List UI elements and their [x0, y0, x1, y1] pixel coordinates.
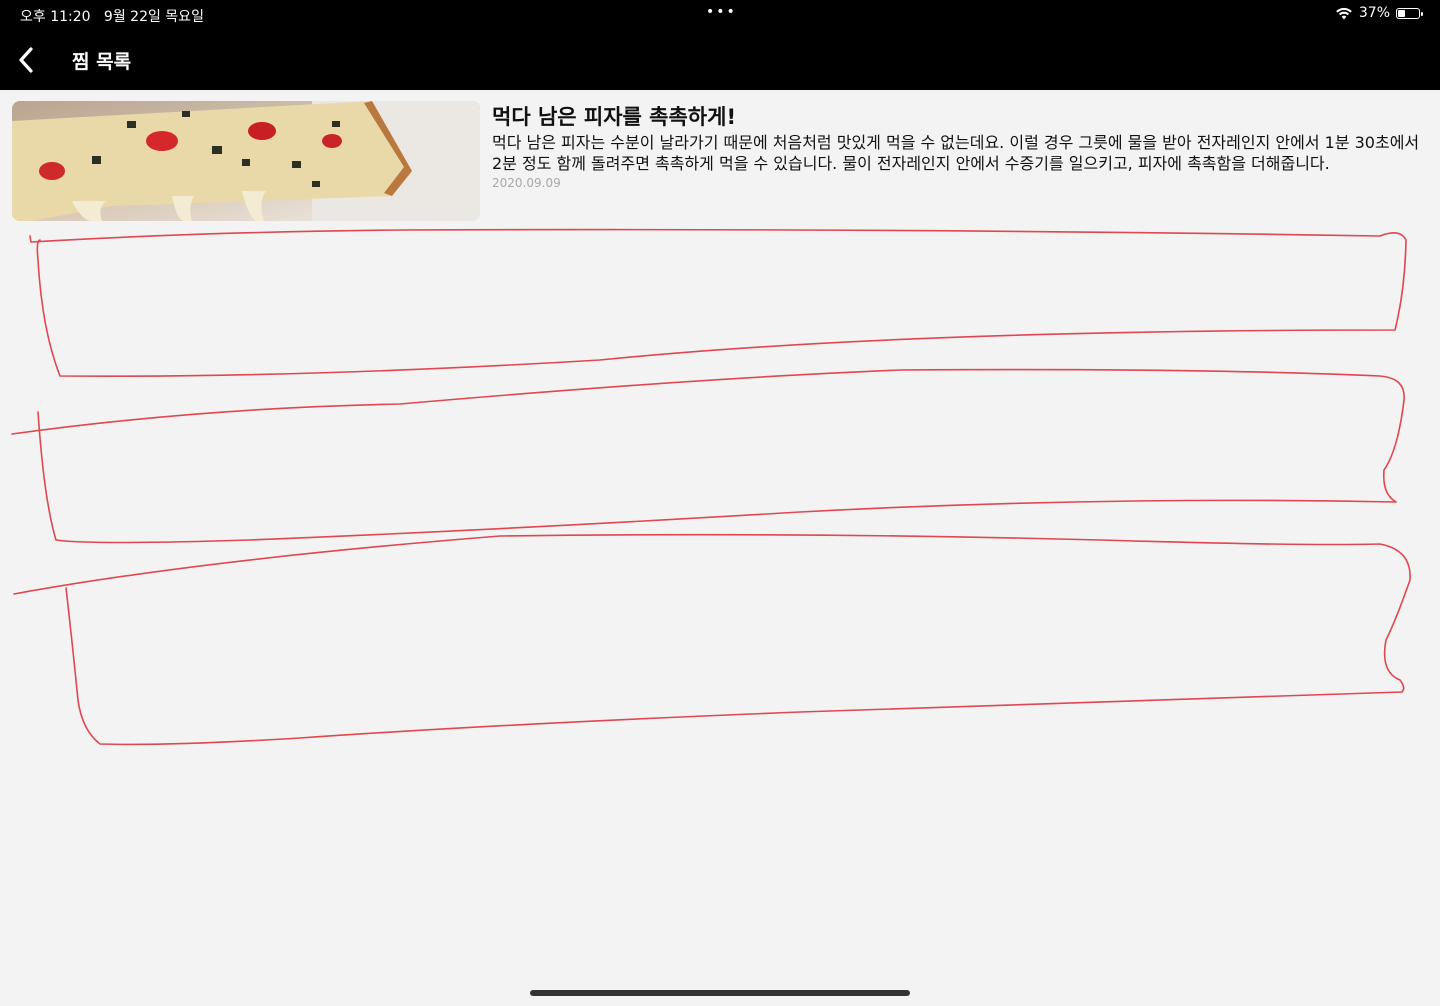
list-item[interactable]: 먹다 남은 피자를 촉촉하게! 먹다 남은 피자는 수분이 날라가기 때문에 처…: [12, 101, 1428, 221]
back-button[interactable]: [6, 40, 46, 80]
item-text: 먹다 남은 피자를 촉촉하게! 먹다 남은 피자는 수분이 날라가기 때문에 처…: [492, 101, 1428, 190]
battery-fill: [1398, 9, 1406, 17]
annotation-stroke-2: [11, 368, 1405, 544]
wifi-icon: [1336, 7, 1352, 19]
wishlist: 먹다 남은 피자를 촉촉하게! 먹다 남은 피자는 수분이 날라가기 때문에 처…: [12, 101, 1428, 221]
battery-icon: [1396, 7, 1423, 19]
chevron-left-icon: [19, 47, 33, 73]
status-bar: 오후 11:20 9월 22일 목요일 ••• 37%: [0, 0, 1440, 30]
item-date: 2020.09.09: [492, 176, 561, 190]
navigation-bar: 찜 목록: [0, 30, 1440, 90]
item-description: 먹다 남은 피자는 수분이 날라가기 때문에 처음처럼 맛있게 먹을 수 없는데…: [492, 133, 1420, 173]
status-time: 오후 11:20 9월 22일 목요일: [20, 6, 204, 26]
battery-percent: 37%: [1358, 5, 1390, 21]
pizza-slice-photo: [12, 101, 480, 221]
item-title: 먹다 남은 피자를 촉촉하게!: [492, 105, 737, 129]
status-indicators: 37%: [1335, 5, 1423, 21]
annotation-stroke-1: [29, 228, 1407, 377]
pizza-thumbnail-image: [12, 101, 480, 221]
annotation-stroke-3: [13, 533, 1411, 746]
status-date: 9월 22일 목요일: [103, 9, 204, 25]
multitasking-dots[interactable]: •••: [706, 4, 737, 20]
home-indicator[interactable]: [530, 990, 910, 996]
status-clock: 오후 11:20: [20, 9, 91, 25]
page-title: 찜 목록: [72, 51, 132, 73]
